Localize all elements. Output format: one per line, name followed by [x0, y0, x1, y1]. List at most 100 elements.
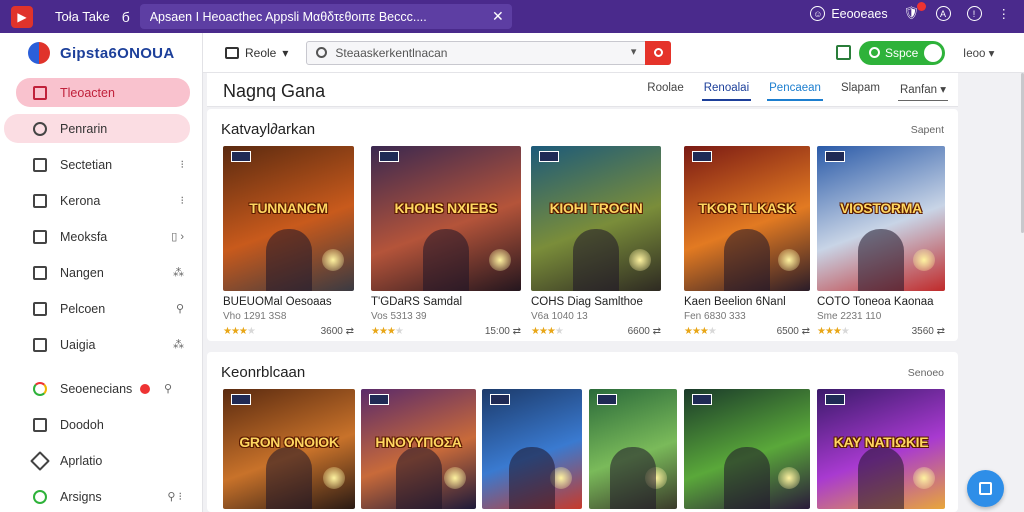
sidebar-item-8[interactable]: Uaigia ⁂ — [16, 330, 190, 359]
apps-icon[interactable]: ⁂ — [173, 338, 184, 351]
sidebar-item-11[interactable]: Aprlatio — [16, 446, 190, 475]
game-card[interactable]: VIOSTORMA COTO Toneoa Kaonaa Sme 2231 110 ★… — [817, 146, 945, 337]
game-card[interactable]: TUNNANCM BUEUOMal Oesoaas Vho 1291 3S8 ★★★★… — [223, 146, 354, 337]
game-title[interactable]: COTO Toneoa Kaonaa — [817, 296, 945, 308]
search-icon[interactable]: ⚲ — [164, 382, 172, 395]
sidebar-item-12[interactable]: Arsigns ⚲ ⁝ — [16, 482, 190, 511]
user-menu[interactable]: ☺ Eeooeaes — [810, 6, 888, 21]
title-separator: б — [121, 8, 130, 25]
info-icon[interactable]: ! — [966, 6, 982, 21]
game-thumbnail[interactable]: TUNNANCM — [223, 146, 354, 291]
tab-4[interactable]: Slapam — [839, 82, 882, 101]
price-label: 3560 ⇄ — [911, 326, 945, 337]
sidebar-item-7[interactable]: Pelcoen ⚲ — [16, 294, 190, 323]
game-thumbnail[interactable]: VIOSTORMA — [817, 146, 945, 291]
game-card[interactable]: TKOR TLKASK Kaen Beelion 6Nanl Fen 6830 33… — [684, 146, 810, 337]
game-card[interactable]: KIOHI TROCIN COHS Diag Samlthoe V6a 1040 1… — [531, 146, 661, 337]
more-icon[interactable]: ⁝ — [181, 194, 185, 207]
sidebar-item-2[interactable]: Penrarin — [4, 114, 190, 143]
sync-toggle[interactable]: Sspce — [859, 41, 945, 65]
game-card[interactable] — [482, 389, 582, 509]
sidebar-item-label: Penrarin — [60, 121, 108, 136]
profile-icon[interactable]: A — [935, 6, 951, 21]
game-subtitle: V6a 1040 13 — [531, 311, 588, 322]
search-icon[interactable]: ⚲ ⁝ — [167, 490, 182, 503]
game-card[interactable] — [684, 389, 810, 509]
effect-glow — [489, 249, 511, 271]
sidebar-item-4[interactable]: Kerona ⁝ — [16, 186, 190, 215]
sidebar-item-3[interactable]: Sectetian ⁝ — [16, 150, 190, 179]
game-subtitle: Sme 2231 110 — [817, 311, 882, 322]
game-thumbnail[interactable]: GRON ΟΝΟΙΟΚ — [223, 389, 355, 509]
game-logo-text: KΑΥ ΝΑΤΙΩΚΙΕ — [833, 433, 929, 450]
grid-view-icon[interactable] — [836, 45, 851, 60]
sync-icon — [869, 47, 880, 58]
card-meta: ★★★★ 3600 ⇄ — [223, 326, 354, 337]
search-icon — [316, 47, 328, 58]
game-thumbnail[interactable]: KHOHS NXIEBS — [371, 146, 521, 291]
chevron-down-icon[interactable]: ▾ — [631, 45, 637, 58]
game-title[interactable]: BUEUOMal Oesoaas — [223, 296, 354, 308]
game-thumbnail[interactable]: KIOHI TROCIN — [531, 146, 661, 291]
game-card[interactable]: ΗΝΟΥΥΠΟΣΑ — [361, 389, 476, 509]
chat-fab-button[interactable] — [967, 470, 1004, 507]
brand-name: Gipsta6ONOUA — [60, 44, 175, 62]
character-figure — [509, 447, 555, 509]
search-icon — [33, 121, 47, 136]
game-logo-text: ΗΝΟΥΥΠΟΣΑ — [375, 433, 462, 450]
game-title[interactable]: COHS Diag Samlthoe — [531, 296, 661, 308]
game-title[interactable]: T'GDaRS Samdal — [371, 296, 521, 308]
game-title[interactable]: Kaen Beelion 6Nanl — [684, 296, 810, 308]
game-thumbnail[interactable] — [482, 389, 582, 509]
game-subtitle: Vos 5313 39 — [371, 311, 427, 322]
browser-tab[interactable]: Apsaen Ι Heoacthec Appsli Μαθδτεθοιπε Be… — [139, 4, 512, 29]
kebab-menu-icon[interactable]: ⋮ — [998, 6, 1011, 21]
search-button[interactable] — [645, 40, 672, 65]
effect-glow — [913, 467, 935, 489]
grid-icon — [33, 301, 47, 316]
tab-1[interactable]: Roolae — [645, 82, 685, 101]
view-dropdown[interactable]: Reole ▾ — [225, 46, 288, 60]
document-icon — [33, 417, 47, 432]
tab-3[interactable]: Pencaean — [767, 82, 823, 101]
sync-label: Sspce — [885, 46, 919, 60]
close-icon[interactable]: ✕ — [492, 8, 504, 25]
status-badge — [140, 383, 151, 394]
window-title: Toła Take — [55, 9, 110, 24]
sidebar-item-1[interactable]: Tleoacten — [16, 78, 190, 107]
chat-icon — [979, 482, 992, 495]
game-card[interactable]: GRON ΟΝΟΙΟΚ — [223, 389, 355, 509]
game-card[interactable]: KHOHS NXIEBS T'GDaRS Samdal Vos 5313 39 ★★★… — [371, 146, 521, 337]
search-icon[interactable]: ⚲ — [176, 302, 184, 315]
see-all-link[interactable]: Senoeo — [908, 367, 944, 379]
tab-2[interactable]: Renoalai — [701, 82, 752, 101]
sidebar-item-5[interactable]: Meoksfa ▯ › — [16, 222, 190, 251]
notifications-icon[interactable]: 🛡 — [904, 2, 926, 21]
game-thumbnail[interactable]: TKOR TLKASK — [684, 146, 810, 291]
sidebar-item-label: Tleoacten — [60, 85, 115, 100]
game-card[interactable] — [589, 389, 677, 509]
see-all-link[interactable]: Sapent — [911, 124, 944, 136]
sidebar-nav: Tleoacten Penrarin Sectetian ⁝ Kerona ⁝ Me… — [0, 73, 202, 511]
tab-5-dropdown[interactable]: Ranfan ▾ — [897, 82, 948, 101]
game-thumbnail[interactable]: ΗΝΟΥΥΠΟΣΑ — [361, 389, 476, 509]
game-thumbnail[interactable] — [589, 389, 677, 509]
price-label: 6500 ⇄ — [776, 326, 810, 337]
browser-top-bar: ▶ Toła Take б Apsaen Ι Heoacthec Appsli … — [0, 0, 1024, 33]
brand[interactable]: Gipsta6ONOUA — [0, 33, 202, 73]
sidebar-item-9[interactable]: Seoenecians ⚲ — [16, 374, 190, 403]
sidebar-item-10[interactable]: Doodoh — [16, 410, 190, 439]
game-thumbnail[interactable]: KΑΥ ΝΑΤΙΩΚΙΕ — [817, 389, 945, 509]
expand-icon[interactable]: ▯ › — [171, 230, 184, 243]
platform-badge-icon — [692, 394, 712, 405]
game-card[interactable]: KΑΥ ΝΑΤΙΩΚΙΕ — [817, 389, 945, 509]
more-dropdown[interactable]: Ieoo ▾ — [963, 46, 994, 60]
sidebar-item-6[interactable]: Nangen ⁂ — [16, 258, 190, 287]
app-logo-icon[interactable]: ▶ — [11, 5, 33, 28]
search-input[interactable]: Steaaskerkentlnacan ▾ — [306, 40, 672, 65]
game-logo-text: KIOHI TROCIN — [549, 200, 643, 217]
apps-icon[interactable]: ⁂ — [173, 266, 184, 279]
more-icon[interactable]: ⁝ — [181, 158, 185, 171]
game-thumbnail[interactable] — [684, 389, 810, 509]
character-figure — [265, 229, 312, 291]
